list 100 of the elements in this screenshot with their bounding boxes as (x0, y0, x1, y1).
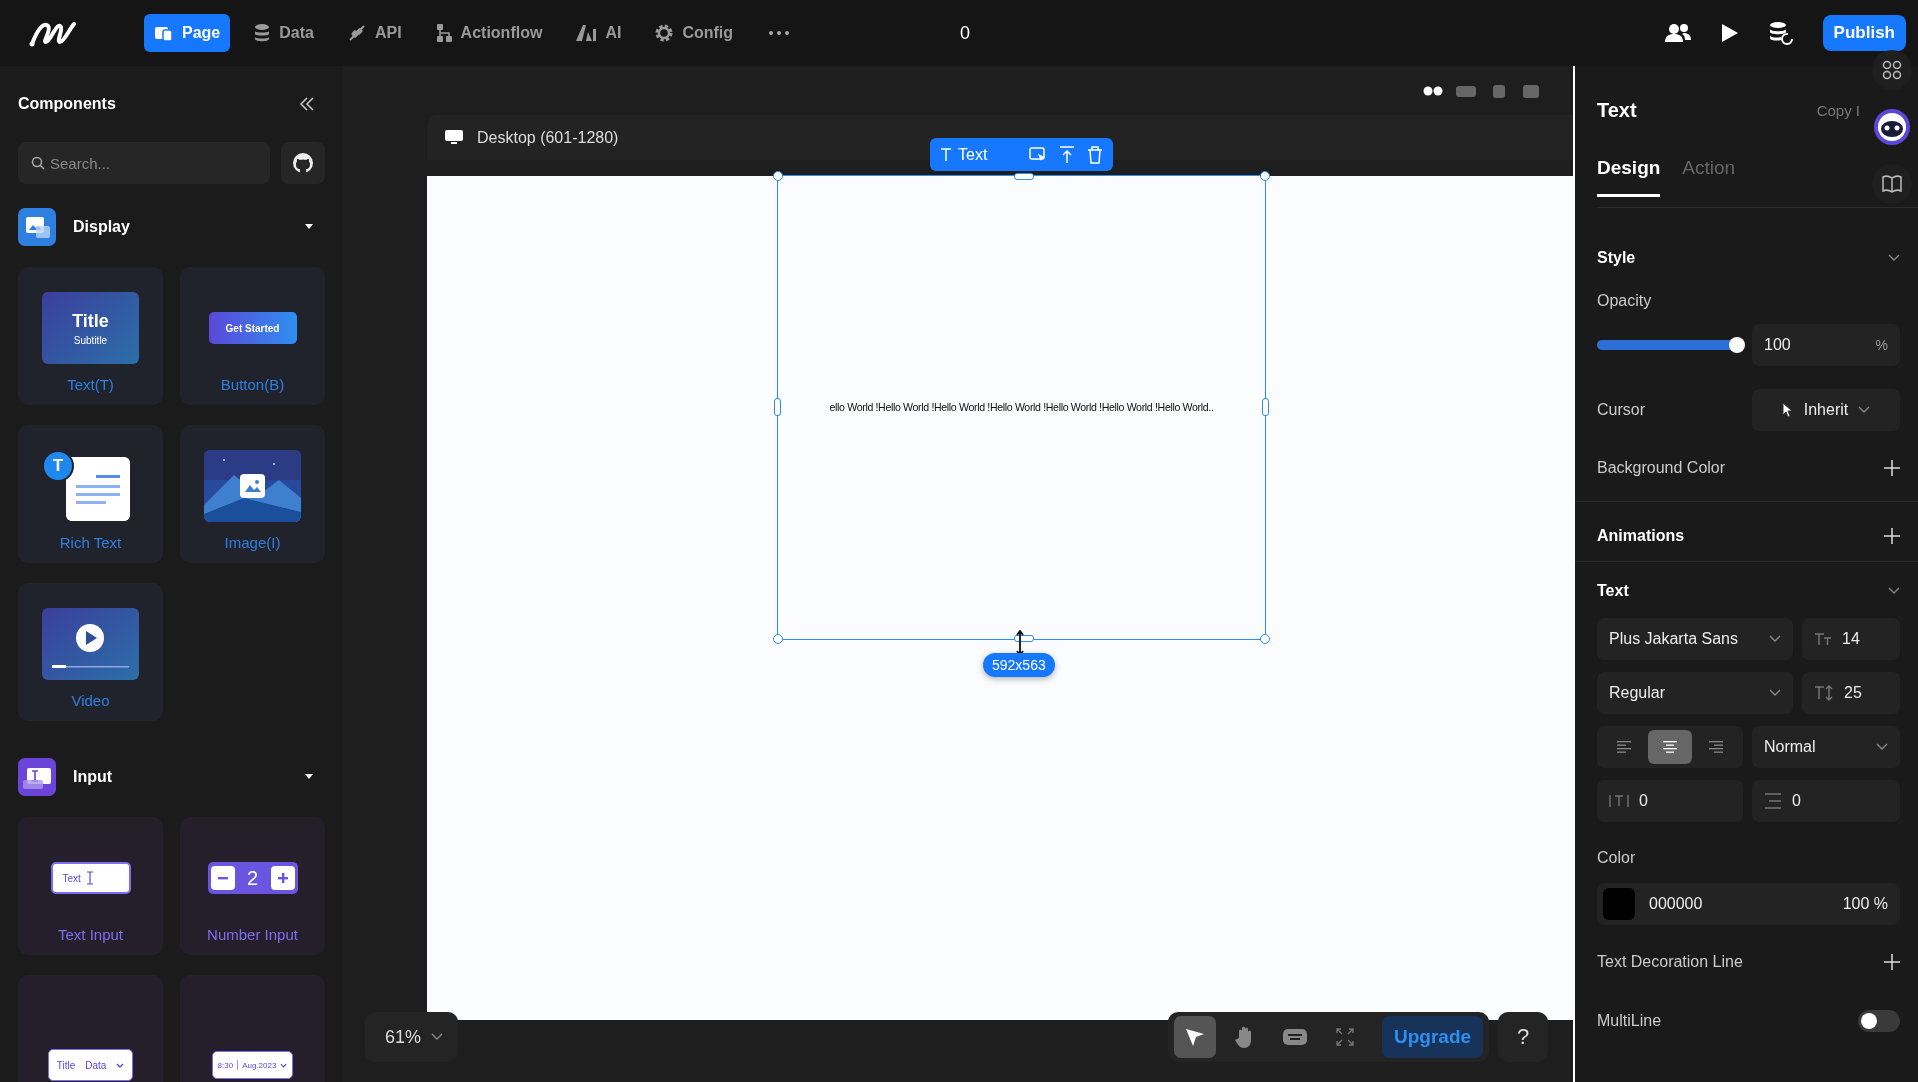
github-icon (292, 152, 314, 174)
monitor-icon (445, 130, 463, 145)
text-element: ello World !Hello World !Hello World !Hello World !Hello World !Hello World !Hello World.. (828, 401, 1215, 413)
text-icon (940, 147, 952, 162)
database-sync-icon[interactable] (1768, 21, 1793, 45)
help-button[interactable]: ? (1498, 1012, 1548, 1062)
book-icon (1882, 175, 1902, 193)
field-label: Color (1597, 849, 1636, 866)
minus-icon (210, 866, 235, 890)
slider-thumb[interactable] (1729, 337, 1745, 353)
resize-handle[interactable] (1014, 173, 1034, 180)
page-icon (154, 24, 174, 42)
text-field-icon (18, 758, 56, 796)
section-title: Style (1597, 249, 1636, 267)
font-family-dropdown[interactable]: Plus Jakarta Sans (1597, 618, 1793, 660)
add-button[interactable] (1884, 460, 1900, 476)
font-weight-dropdown[interactable]: Regular (1597, 672, 1793, 714)
zoom-dropdown[interactable]: 61% (365, 1012, 459, 1062)
github-button[interactable] (281, 142, 325, 184)
color-swatch[interactable] (1603, 888, 1635, 920)
opacity-field[interactable]: 100 % (1752, 324, 1900, 366)
database-icon (253, 23, 272, 43)
collapse-chevron-icon (1888, 587, 1900, 595)
multiline-toggle[interactable] (1858, 1010, 1900, 1032)
nav-tab[interactable]: Actionflow (424, 14, 553, 52)
resize-handle[interactable] (774, 398, 781, 416)
nav-tab[interactable]: Config (644, 14, 744, 52)
text-input-preview: Text (50, 862, 131, 894)
copy-id-link[interactable]: Copy I (1816, 101, 1860, 119)
component-label: Button(B) (220, 376, 285, 393)
trash-icon[interactable] (1087, 145, 1103, 164)
publish-button[interactable]: Publish (1822, 15, 1906, 51)
nav-tab[interactable]: API (336, 14, 412, 52)
letter-spacing-field[interactable]: 0 (1597, 780, 1743, 822)
tool-button[interactable] (1174, 1016, 1216, 1058)
caret-icon[interactable] (305, 774, 313, 780)
nav-tab[interactable]: Page (144, 14, 231, 52)
button-preview: Get Started (208, 312, 297, 344)
component-label: Text Input (57, 926, 123, 943)
add-button[interactable] (1884, 528, 1900, 544)
line-height-field[interactable]: 25 (1802, 672, 1900, 714)
breakpoint-icon[interactable] (1423, 84, 1443, 97)
font-size-field[interactable]: 14 (1802, 618, 1900, 660)
component-card[interactable]: Video (18, 583, 163, 721)
text-wrap-dropdown[interactable]: Normal (1752, 726, 1900, 768)
section-title: Display (73, 218, 131, 236)
section-title: Text (1597, 582, 1629, 600)
plus-icon (1884, 460, 1900, 476)
opacity-slider[interactable] (1597, 337, 1745, 353)
play-icon[interactable] (1720, 23, 1739, 43)
preview-subtitle: Subtitle (73, 334, 108, 346)
paragraph-spacing-icon (1764, 793, 1782, 809)
align-center-icon (1662, 740, 1678, 754)
component-label: Text(T) (67, 376, 114, 393)
component-card[interactable]: 8:30 Aug.2023 (180, 975, 325, 1082)
collapse-icon[interactable] (299, 97, 315, 111)
component-card[interactable]: Image(I) (180, 425, 325, 563)
component-label: Video (71, 692, 110, 709)
chevron-down-icon (1858, 406, 1871, 414)
resize-handle[interactable] (1260, 171, 1270, 181)
ai-icon (575, 24, 598, 42)
component-label: Image(I) (224, 534, 281, 551)
component-card[interactable]: 2 Number Input (180, 817, 325, 955)
plus-icon (1884, 954, 1900, 970)
plus-icon (1884, 528, 1900, 544)
component-card[interactable]: T Rich Text (18, 425, 163, 563)
resize-handle[interactable] (1014, 635, 1034, 642)
color-field[interactable]: 000000 100 % (1597, 883, 1900, 925)
image-icon (240, 474, 265, 498)
search-field[interactable]: Search... (18, 142, 270, 184)
font-size-icon (1814, 632, 1832, 646)
cursor-dropdown[interactable]: Inherit (1752, 389, 1900, 431)
phone-icon[interactable] (1521, 83, 1541, 98)
chevron-down-icon (1876, 743, 1888, 751)
resize-handle[interactable] (1260, 634, 1270, 644)
align-button[interactable] (1648, 730, 1692, 764)
robot-avatar-icon[interactable] (1873, 108, 1911, 146)
add-button[interactable] (1884, 954, 1900, 970)
panel-tab[interactable]: Design (1597, 151, 1661, 197)
nav-tab[interactable]: Data (243, 14, 324, 52)
component-card[interactable]: Get Started Button(B) (180, 267, 325, 405)
component-card[interactable]: Title Data (18, 975, 163, 1082)
field-label: Opacity (1597, 292, 1652, 309)
rich-text-badge: T (42, 450, 74, 482)
resize-handle[interactable] (773, 634, 783, 644)
resize-handle[interactable] (773, 171, 783, 181)
nav-tab[interactable]: AI (565, 14, 632, 52)
caret-icon[interactable] (305, 224, 313, 230)
laptop-icon[interactable] (1455, 84, 1477, 97)
upgrade-button[interactable]: Upgrade (1382, 1016, 1484, 1058)
more-icon[interactable] (768, 30, 791, 36)
component-card[interactable]: Text Text Input (18, 817, 163, 955)
resize-handle[interactable] (1262, 398, 1269, 416)
users-icon[interactable] (1664, 23, 1691, 43)
collapse-chevron-icon (1888, 254, 1900, 262)
move-up-icon[interactable] (1059, 145, 1075, 164)
paragraph-spacing-field[interactable]: 0 (1752, 780, 1900, 822)
cursor-icon (1781, 402, 1794, 418)
size-badge: 592x563 (983, 653, 1055, 677)
component-card[interactable]: Title Subtitle Text(T) (18, 267, 163, 405)
